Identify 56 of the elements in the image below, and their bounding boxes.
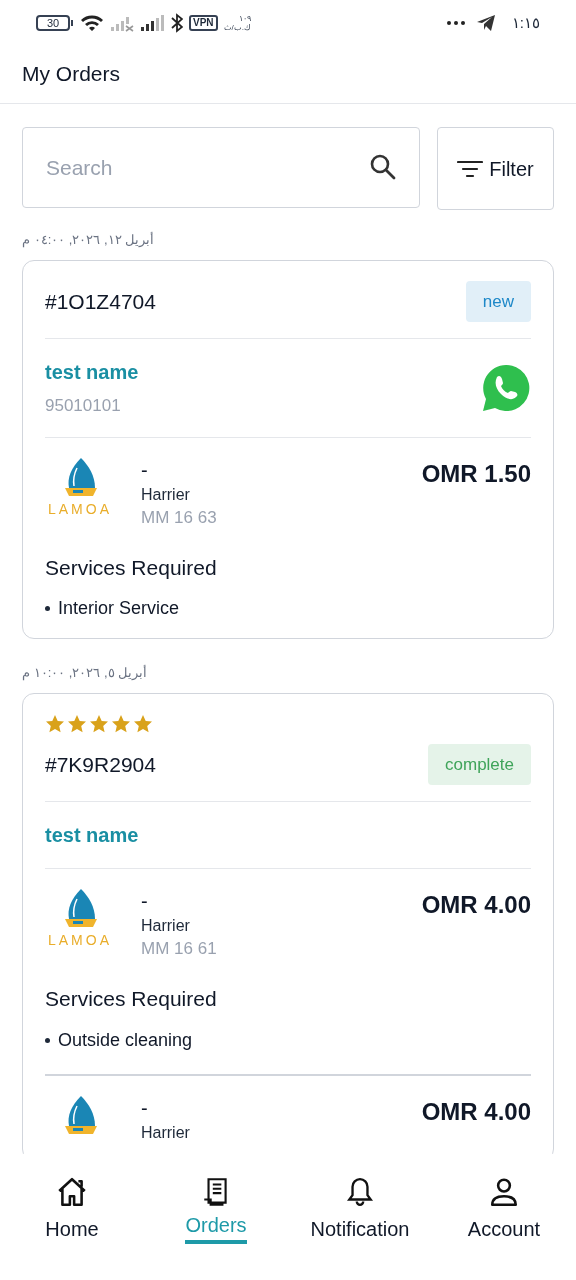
clock: ١:١٥ bbox=[511, 12, 540, 33]
plate-number: MM 16 61 bbox=[141, 938, 218, 960]
whatsapp-icon bbox=[481, 362, 531, 413]
home-icon bbox=[56, 1176, 88, 1208]
car-model: Harrier bbox=[141, 484, 191, 505]
star-icon bbox=[133, 713, 153, 734]
order-number: #1O1Z4704 bbox=[45, 288, 156, 315]
logo-text: LAMOA bbox=[48, 501, 112, 516]
bell-icon bbox=[344, 1176, 376, 1208]
network-speed: ١٠٩ ك.ب/ث bbox=[223, 14, 251, 32]
car-model: Harrier bbox=[141, 916, 191, 936]
nav-tab[interactable]: Notification bbox=[288, 1176, 432, 1280]
star-icon bbox=[45, 713, 65, 734]
bluetooth-icon bbox=[171, 13, 183, 33]
star-icon bbox=[111, 713, 131, 734]
plate-number: MM 16 63 bbox=[141, 506, 218, 529]
item-price: OMR 4.00 bbox=[421, 890, 531, 920]
star-icon bbox=[89, 713, 109, 734]
order-date: أبريل ٥, ٢٠٢٦, ١٠:٠٠ م bbox=[22, 664, 149, 683]
status-badge: complete bbox=[428, 743, 531, 785]
order-number: #7K9R2904 bbox=[45, 751, 156, 778]
battery-level: 30 bbox=[36, 15, 70, 31]
item-price: OMR 1.50 bbox=[421, 458, 531, 489]
filter-icon bbox=[457, 158, 484, 179]
bullet-icon bbox=[45, 606, 50, 611]
signal-icon bbox=[141, 14, 165, 32]
more-icon bbox=[445, 20, 466, 26]
item-title: - bbox=[141, 457, 149, 483]
wifi-icon bbox=[79, 13, 105, 33]
status-badge: new bbox=[465, 280, 531, 322]
logo-text: LAMOA bbox=[48, 933, 112, 947]
service-item: Outside cleaning bbox=[58, 1028, 193, 1052]
item-price: OMR 4.00 bbox=[421, 1096, 531, 1127]
search-field[interactable]: Search bbox=[22, 127, 420, 208]
customer-name: test name bbox=[45, 360, 139, 385]
paper-plane-icon bbox=[475, 14, 496, 32]
car-model: Harrier bbox=[141, 1122, 191, 1143]
item-title: - bbox=[141, 1095, 149, 1121]
star-icon bbox=[67, 713, 87, 734]
services-heading: Services Required bbox=[45, 554, 218, 581]
bullet-icon bbox=[45, 1037, 50, 1043]
customer-phone: 95010101 bbox=[45, 395, 122, 417]
nav-tab[interactable]: Account bbox=[432, 1176, 576, 1280]
whatsapp-button[interactable] bbox=[481, 362, 531, 413]
vpn-badge: VPN bbox=[189, 15, 218, 31]
nav-tab[interactable]: Home bbox=[0, 1176, 144, 1280]
customer-name: test name bbox=[45, 823, 139, 848]
search-icon bbox=[369, 153, 397, 181]
signal-off-icon bbox=[111, 14, 135, 32]
service-item: Interior Service bbox=[58, 597, 180, 620]
order-date: أبريل ١٢, ٢٠٢٦, ٠٤:٠٠ م bbox=[22, 231, 156, 250]
user-icon bbox=[488, 1176, 520, 1208]
page-title: My Orders bbox=[0, 46, 576, 104]
item-title: - bbox=[141, 889, 149, 914]
services-heading: Services Required bbox=[45, 986, 218, 1012]
filter-button[interactable]: Filter bbox=[437, 127, 554, 210]
